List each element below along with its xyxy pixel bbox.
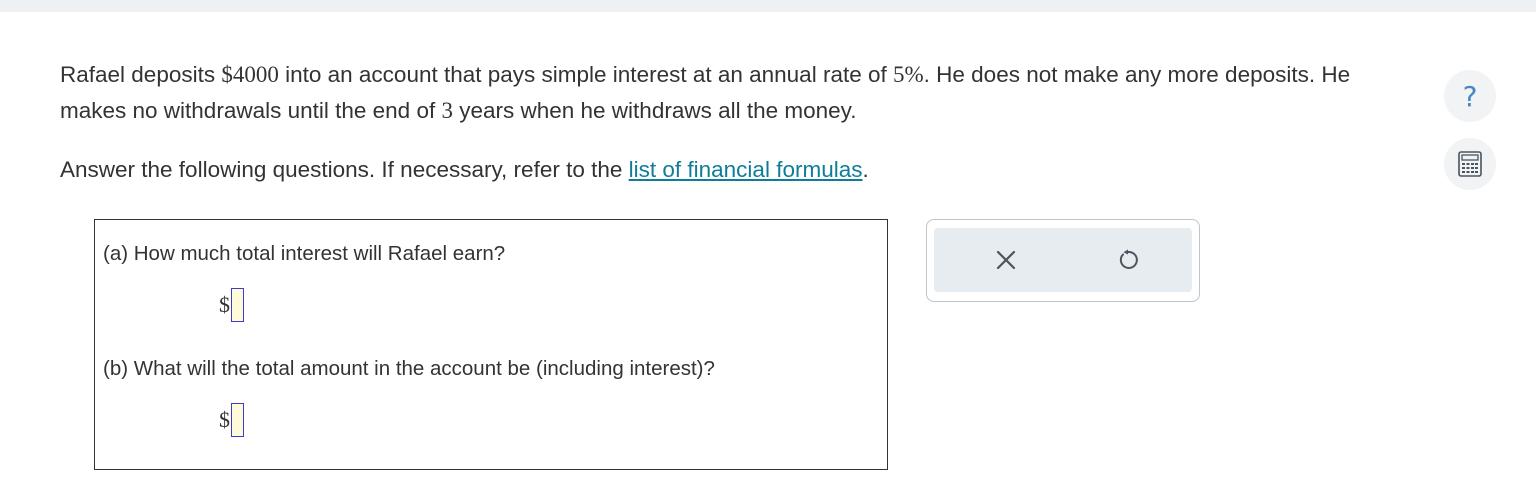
answer-a-input[interactable] <box>231 288 244 322</box>
problem-statement: Rafael deposits $4000 into an account th… <box>60 57 1390 129</box>
deposit-amount: $4000 <box>221 62 279 87</box>
question-a-label: (a) How much total interest will Rafael … <box>103 242 506 265</box>
dollar-sign: $ <box>219 407 230 432</box>
undo-button[interactable] <box>1108 240 1148 280</box>
interest-rate: 5% <box>892 62 924 87</box>
problem-text: into an account that pays simple interes… <box>278 62 893 87</box>
financial-formulas-link[interactable]: list of financial formulas <box>629 157 863 182</box>
x-icon <box>996 250 1016 270</box>
instructions-text: Answer the following questions. If neces… <box>60 157 629 182</box>
answer-box: (a) How much total interest will Rafael … <box>94 219 888 470</box>
undo-icon <box>1119 249 1138 269</box>
help-button[interactable]: ? <box>1444 70 1496 122</box>
years-value: 3 <box>441 98 453 123</box>
problem-text: years when he withdraws all the money. <box>452 98 857 123</box>
problem-text: Rafael deposits <box>60 62 222 87</box>
question-b-label: (b) What will the total amount in the ac… <box>103 357 715 380</box>
answer-b-line: $ <box>219 403 244 437</box>
answer-a-line: $ <box>219 288 244 322</box>
calculator-icon <box>1458 151 1482 177</box>
answer-b-input[interactable] <box>231 403 244 437</box>
calculator-button[interactable] <box>1444 138 1496 190</box>
instructions: Answer the following questions. If neces… <box>60 152 869 188</box>
instructions-end: . <box>862 157 869 182</box>
dollar-sign: $ <box>219 292 230 317</box>
answer-tools-bar <box>934 228 1192 292</box>
question-mark-icon: ? <box>1462 79 1478 113</box>
answer-tools-panel <box>926 219 1200 302</box>
clear-button[interactable] <box>986 240 1026 280</box>
top-strip <box>0 0 1536 12</box>
